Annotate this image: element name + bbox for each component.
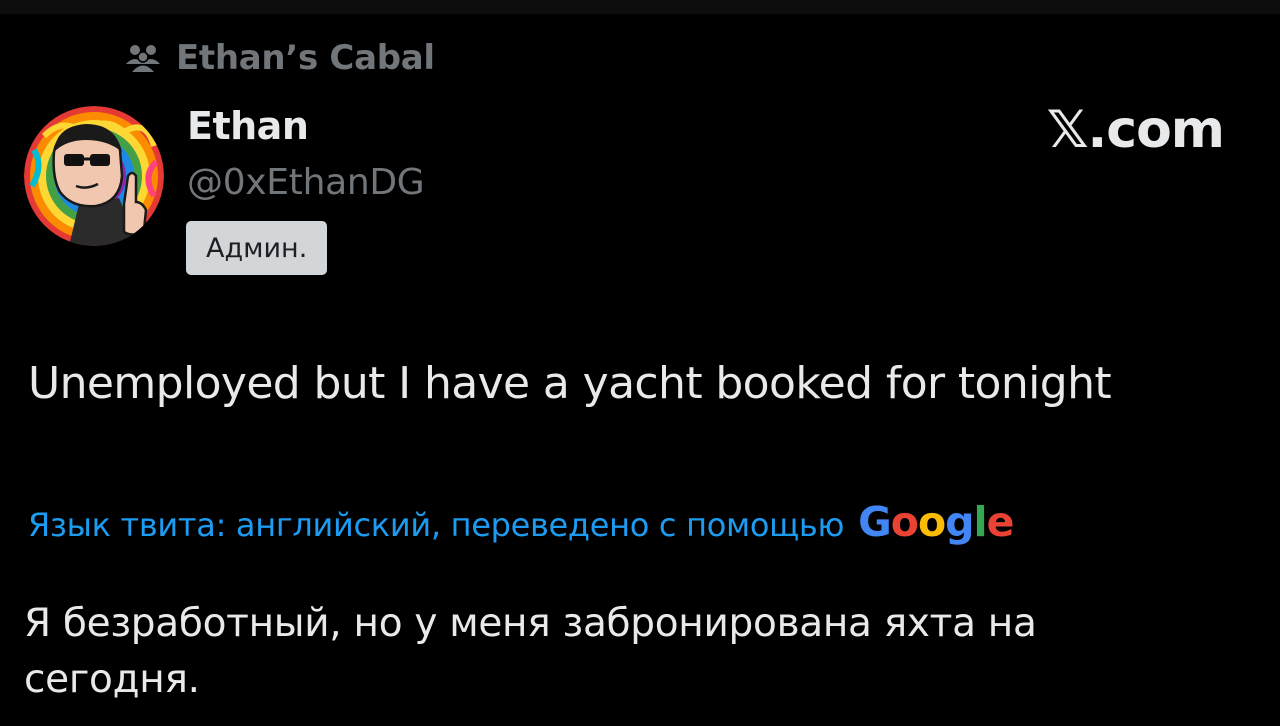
role-badge: Админ. xyxy=(186,221,328,275)
google-logo-letter: l xyxy=(973,498,988,546)
google-logo-letter: G xyxy=(858,498,892,546)
google-logo-letter: o xyxy=(917,498,946,546)
translation-label[interactable]: Язык твита: английский, переведено с пом… xyxy=(28,506,844,544)
google-logo: Google xyxy=(858,498,1015,546)
top-status-strip xyxy=(0,0,1280,14)
avatar[interactable] xyxy=(24,106,164,246)
site-brand-watermark: 𝕏.com xyxy=(1046,100,1225,160)
translated-tweet-text: Я безработный, но у меня забронирована я… xyxy=(24,601,1037,702)
author-handle[interactable]: @0xEthanDG xyxy=(187,162,425,203)
google-logo-letter: o xyxy=(890,498,919,546)
tweet-text: Unemployed but I have a yacht booked for… xyxy=(28,358,1112,409)
google-logo-letter: g xyxy=(945,498,974,546)
author-display-name[interactable]: Ethan xyxy=(187,104,309,148)
google-logo-letter: e xyxy=(986,498,1015,546)
translation-note[interactable]: Язык твита: английский, переведено с пом… xyxy=(28,498,1015,546)
community-icon xyxy=(124,43,162,73)
community-context[interactable]: Ethan’s Cabal xyxy=(124,36,435,80)
community-name[interactable]: Ethan’s Cabal xyxy=(176,38,435,78)
